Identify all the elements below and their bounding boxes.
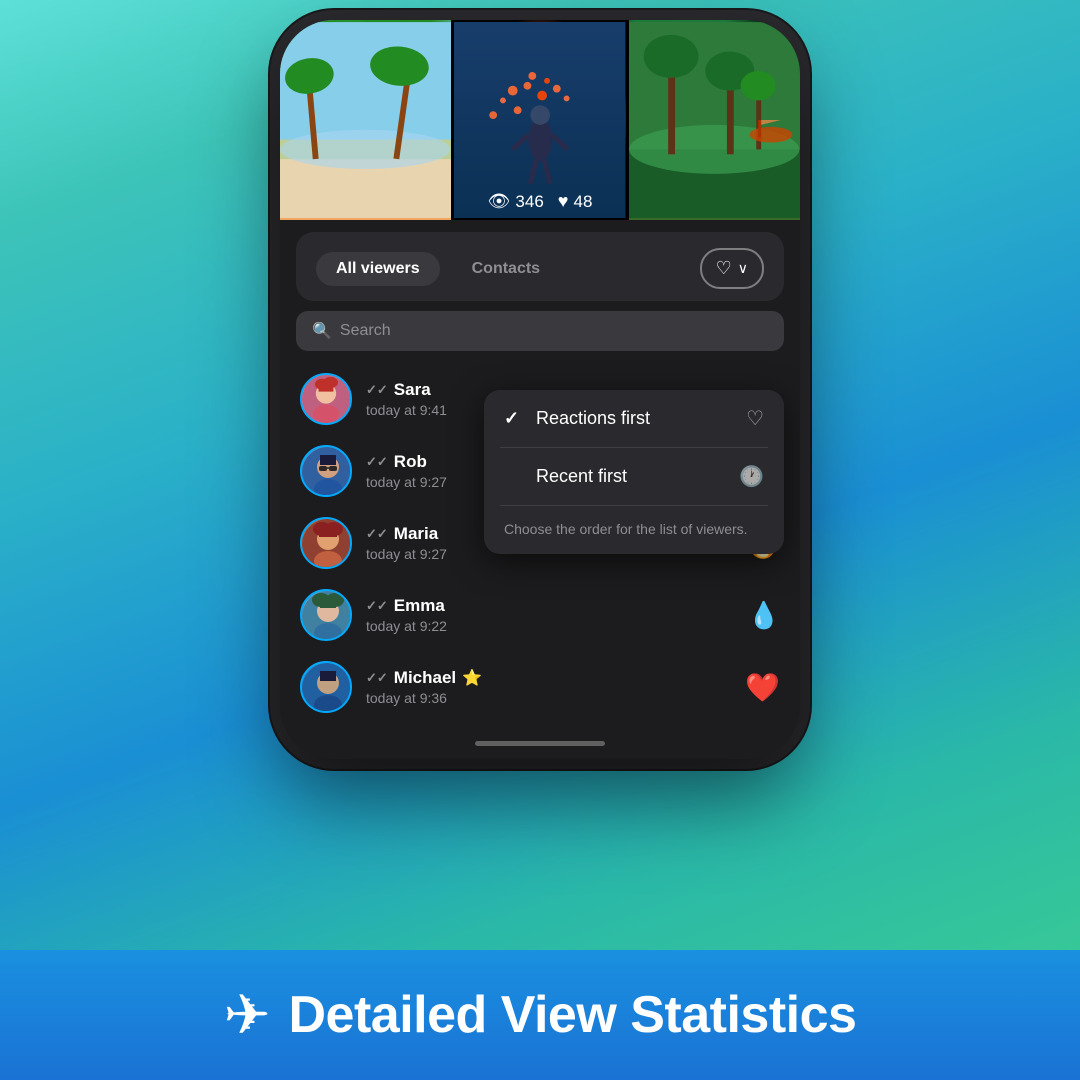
reaction-emoji: ❤️ <box>745 671 780 704</box>
search-icon: 🔍 <box>312 321 332 341</box>
star-badge: ⭐ <box>462 668 482 688</box>
check-double-icon: ✓✓ <box>366 382 388 398</box>
check-double-icon: ✓✓ <box>366 598 388 614</box>
viewer-info: ✓✓ Emma today at 9:22 <box>366 596 734 634</box>
sort-option-recent[interactable]: Recent first 🕐 <box>484 448 784 505</box>
photo-thumb-island <box>629 20 800 220</box>
search-placeholder: Search <box>340 322 391 340</box>
clock-icon: 🕐 <box>739 464 764 489</box>
telegram-logo: ✈ <box>224 982 271 1048</box>
viewer-time: today at 9:22 <box>366 618 734 634</box>
reaction-emoji: 💧 <box>748 600 780 631</box>
avatar <box>300 661 352 713</box>
avatar <box>300 445 352 497</box>
dropdown-hint: Choose the order for the list of viewers… <box>484 506 784 554</box>
viewer-info: ✓✓ Michael ⭐ today at 9:36 <box>366 668 731 706</box>
phone-wrapper: 👁 346 ♥ 48 <box>280 20 800 759</box>
home-bar <box>475 741 605 746</box>
sort-button[interactable]: ♡ ∨ <box>700 248 764 289</box>
views-stat: 👁 346 <box>488 191 544 212</box>
chevron-down-icon: ∨ <box>738 260 748 277</box>
sort-reactions-label: Reactions first <box>536 408 734 429</box>
phone: 👁 346 ♥ 48 <box>280 20 800 759</box>
avatar <box>300 373 352 425</box>
heart-outline-icon: ♡ <box>746 406 764 431</box>
check-double-icon: ✓✓ <box>366 454 388 470</box>
home-indicator <box>280 727 800 759</box>
stats-overlay: 👁 346 ♥ 48 <box>488 191 593 212</box>
viewer-time: today at 9:36 <box>366 690 731 706</box>
tab-contacts[interactable]: Contacts <box>452 252 560 286</box>
heart-icon: ♥ <box>558 191 569 212</box>
avatar <box>300 589 352 641</box>
likes-count: 48 <box>573 192 592 212</box>
likes-stat: ♥ 48 <box>558 191 593 212</box>
views-count: 346 <box>515 192 543 212</box>
bottom-title: Detailed View Statistics <box>288 985 856 1045</box>
viewer-name: ✓✓ Michael ⭐ <box>366 668 731 688</box>
eye-icon: 👁 <box>488 191 511 212</box>
checkmark-icon: ✓ <box>504 408 524 429</box>
check-double-icon: ✓✓ <box>366 670 388 686</box>
search-bar[interactable]: 🔍 Search <box>296 311 784 351</box>
sort-dropdown: ✓ Reactions first ♡ Recent first 🕐 Choos… <box>484 390 784 554</box>
photo-thumbnails: 👁 346 ♥ 48 <box>280 20 800 220</box>
list-item[interactable]: ✓✓ Michael ⭐ today at 9:36 ❤️ <box>280 651 800 723</box>
sort-option-reactions[interactable]: ✓ Reactions first ♡ <box>484 390 784 447</box>
photo-thumb-beach <box>280 20 451 220</box>
viewer-name: ✓✓ Emma <box>366 596 734 616</box>
sort-recent-label: Recent first <box>536 466 727 487</box>
photo-thumb-ocean: 👁 346 ♥ 48 <box>454 20 625 220</box>
heart-outline-icon: ♡ <box>716 258 732 279</box>
tab-all-viewers[interactable]: All viewers <box>316 252 440 286</box>
avatar <box>300 517 352 569</box>
list-item[interactable]: ✓✓ Emma today at 9:22 💧 <box>280 579 800 651</box>
bottom-bar: ✈ Detailed View Statistics <box>0 950 1080 1080</box>
check-double-icon: ✓✓ <box>366 526 388 542</box>
tabs-bar: All viewers Contacts ♡ ∨ <box>296 232 784 301</box>
